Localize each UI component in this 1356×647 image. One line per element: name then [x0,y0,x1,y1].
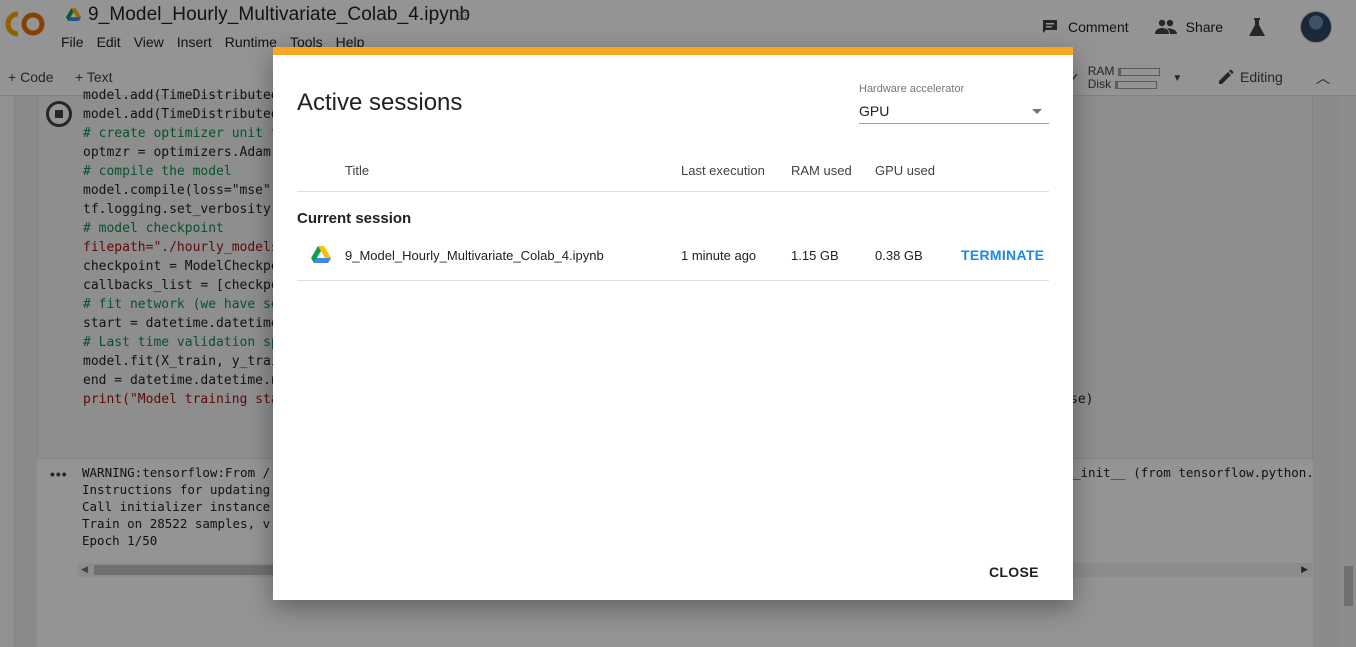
column-ram-used: RAM used [791,163,852,178]
close-button[interactable]: CLOSE [989,564,1039,580]
hardware-accelerator-select[interactable]: GPU [859,97,1049,124]
google-drive-icon [311,246,331,263]
sessions-table-header: Title Last execution RAM used GPU used [297,155,1049,192]
terminate-button[interactable]: TERMINATE [961,247,1044,263]
hardware-accelerator-value: GPU [859,103,890,119]
session-ram-used: 1.15 GB [791,248,839,263]
table-row: 9_Model_Hourly_Multivariate_Colab_4.ipyn… [297,233,1049,281]
column-title: Title [345,163,370,178]
column-last-execution: Last execution [681,163,765,178]
hardware-accelerator-label: Hardware accelerator [859,83,965,95]
session-title[interactable]: 9_Model_Hourly_Multivariate_Colab_4.ipyn… [345,248,604,263]
session-last-execution: 1 minute ago [681,248,757,263]
column-gpu-used: GPU used [875,163,935,178]
active-sessions-dialog: Active sessions Hardware accelerator GPU… [273,47,1073,600]
dropdown-arrow-icon [1032,109,1042,114]
session-gpu-used: 0.38 GB [875,248,923,263]
dialog-title: Active sessions [297,89,463,116]
current-session-heading: Current session [297,210,412,227]
